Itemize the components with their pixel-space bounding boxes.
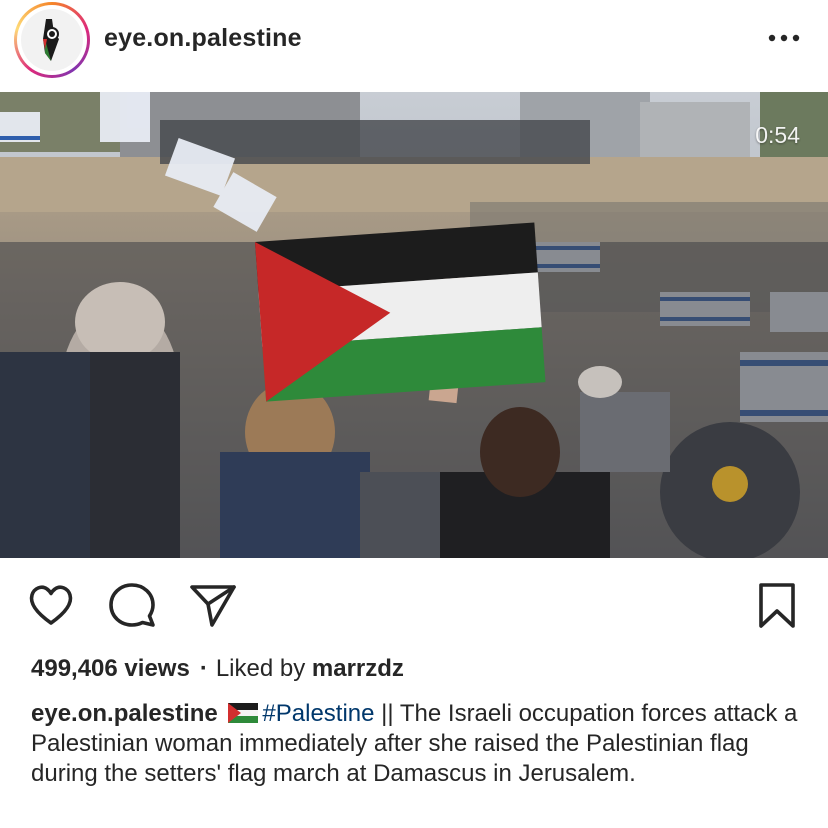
send-icon[interactable] bbox=[188, 580, 238, 630]
liked-by-username[interactable]: marrzdz bbox=[312, 655, 404, 682]
video-time-remaining: 0:54 bbox=[755, 122, 800, 148]
profile-avatar[interactable] bbox=[14, 2, 90, 78]
post-caption: eye.on.palestine #Palestine || The Israe… bbox=[31, 699, 811, 789]
more-options-icon[interactable] bbox=[766, 28, 802, 48]
comment-icon[interactable] bbox=[107, 580, 157, 630]
bookmark-icon[interactable] bbox=[752, 580, 802, 630]
post-engagement: 499,406 views · Liked by marrzdz bbox=[31, 655, 404, 683]
avatar-logo-icon bbox=[21, 9, 83, 71]
post-video[interactable]: 0:54 bbox=[0, 92, 828, 558]
separator-dot: · bbox=[199, 655, 208, 682]
caption-username[interactable]: eye.on.palestine bbox=[31, 700, 218, 727]
video-frame bbox=[0, 92, 828, 558]
post-header: eye.on.palestine bbox=[0, 0, 828, 92]
caption-hashtag[interactable]: #Palestine bbox=[262, 700, 374, 727]
post-username[interactable]: eye.on.palestine bbox=[104, 24, 302, 53]
liked-by-label: Liked by bbox=[215, 655, 306, 682]
palestine-flag-icon bbox=[228, 703, 259, 723]
post-actions bbox=[0, 580, 828, 636]
heart-icon[interactable] bbox=[26, 580, 76, 630]
view-count[interactable]: 499,406 views bbox=[31, 655, 190, 682]
